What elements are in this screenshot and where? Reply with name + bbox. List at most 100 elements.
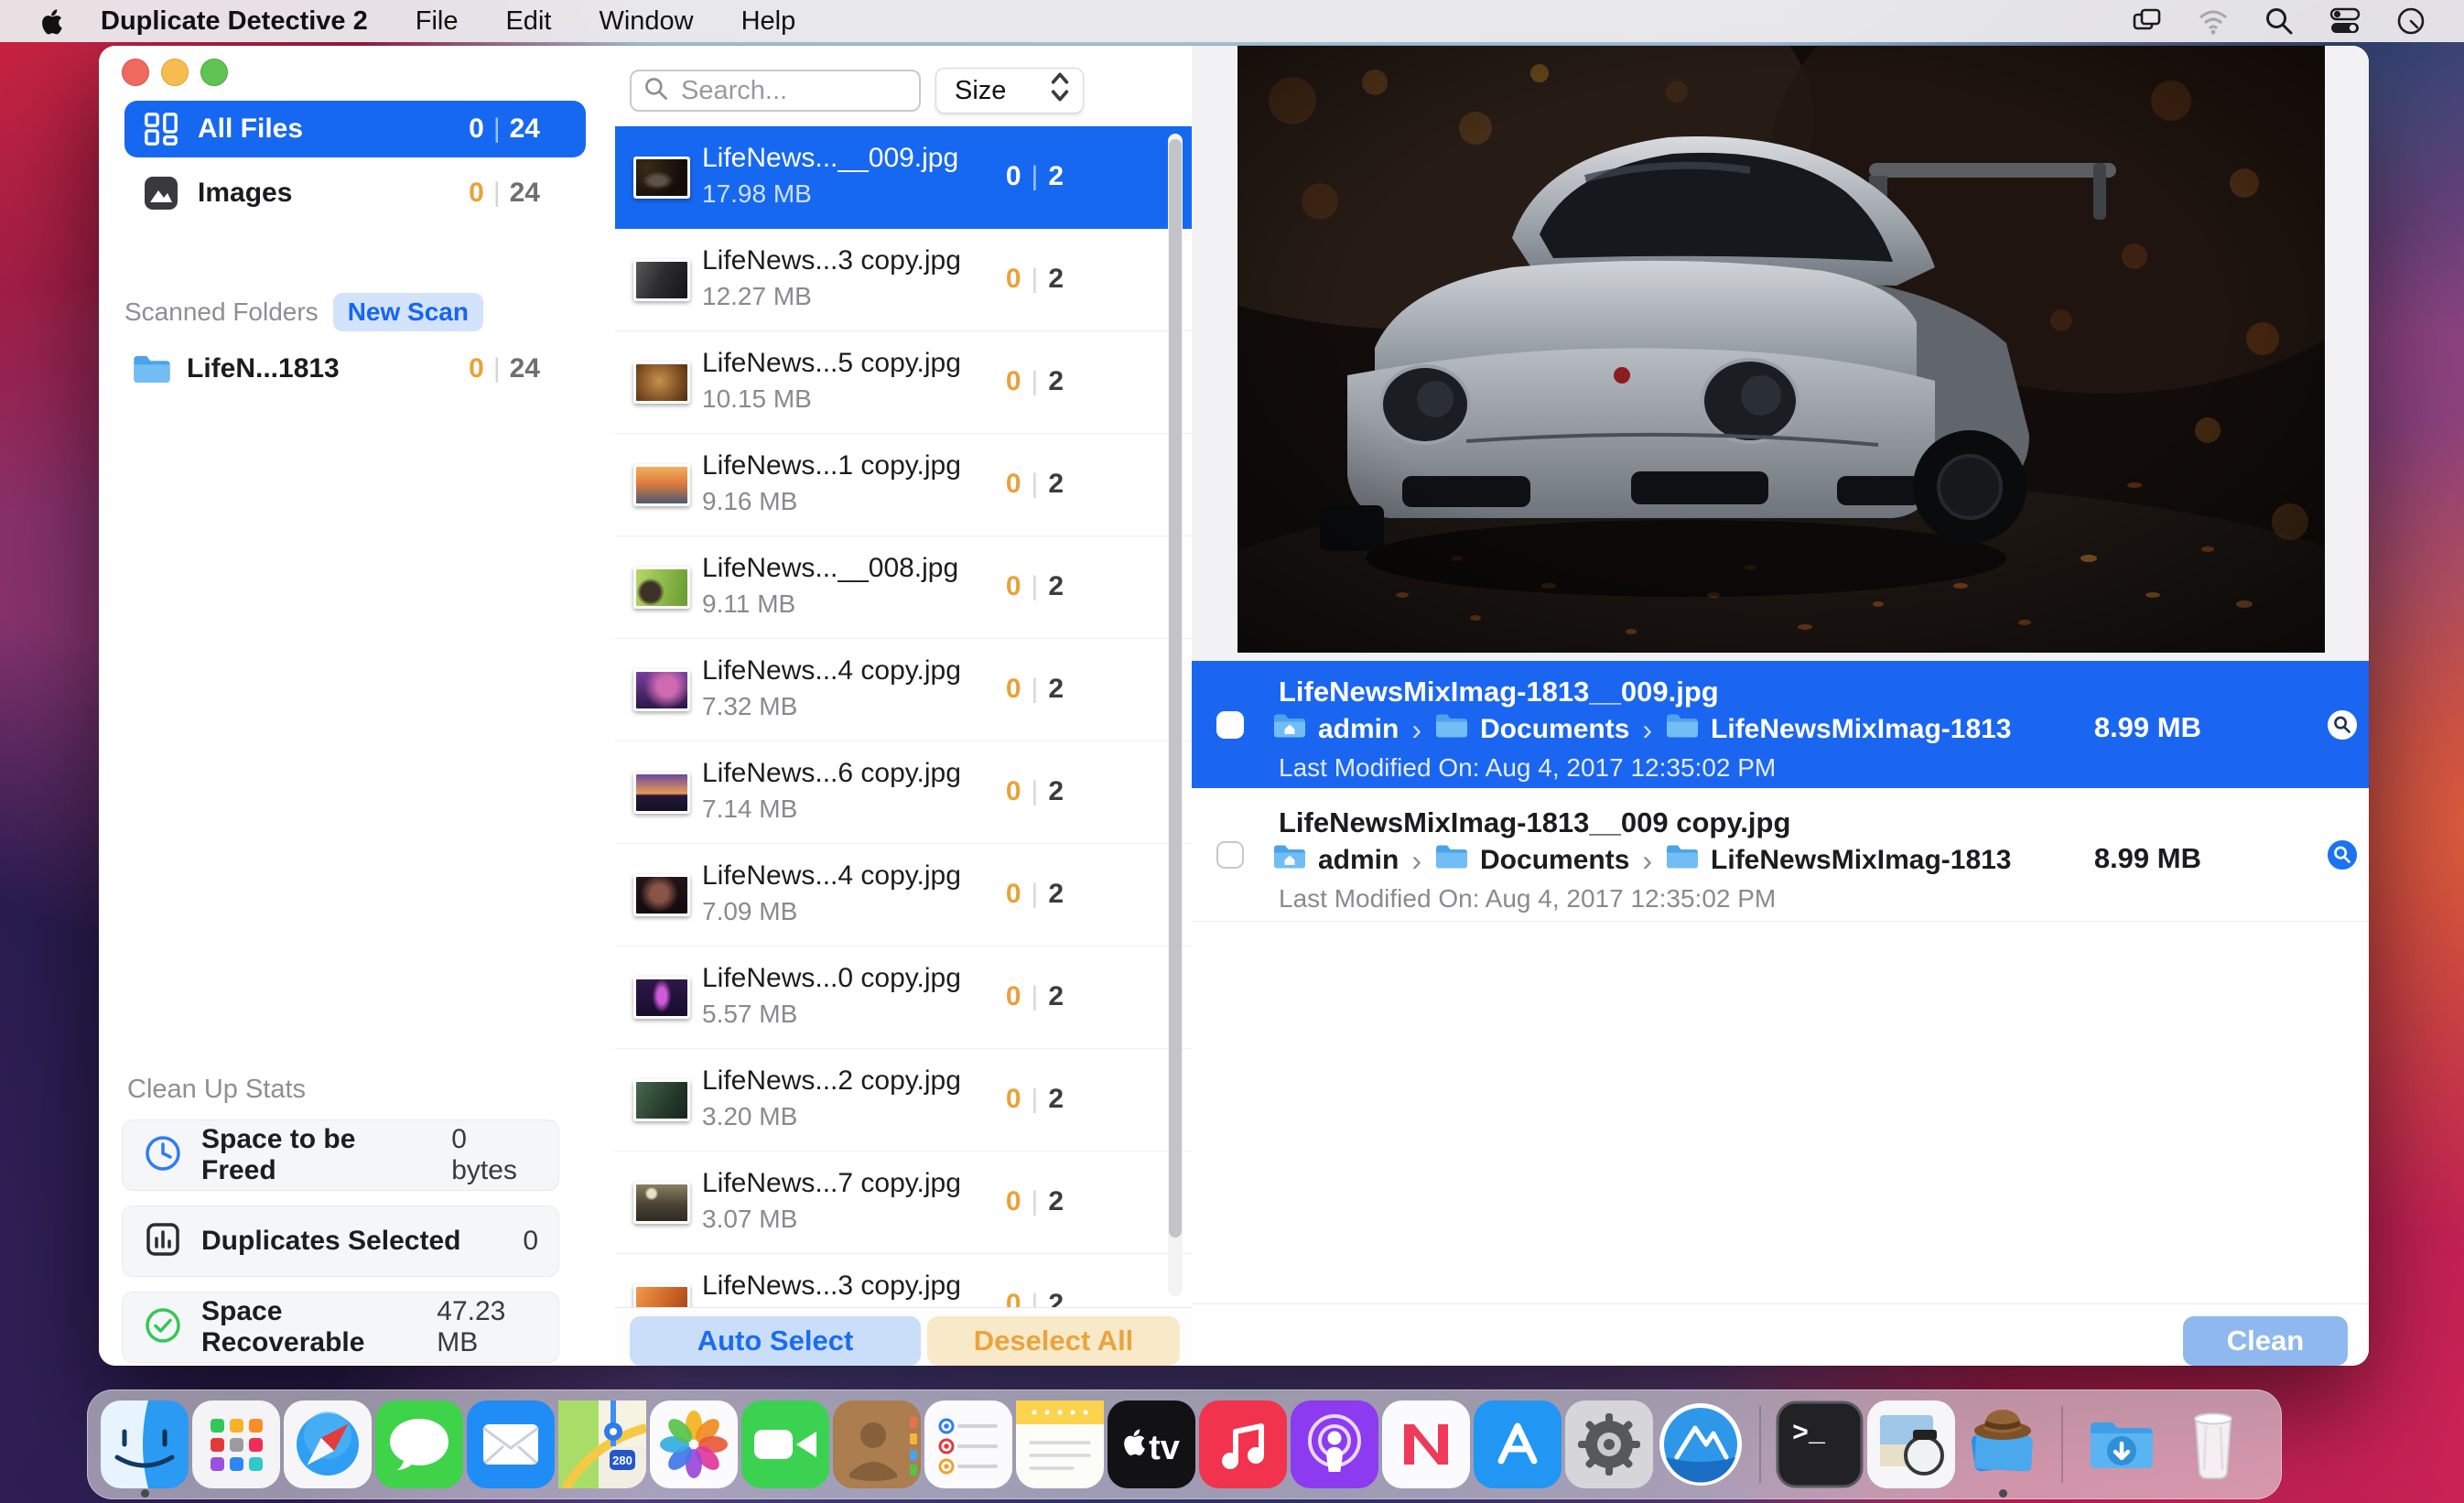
file-row[interactable]: LifeNews...4 copy.jpg7.32 MB0|2 xyxy=(615,639,1192,741)
search-field[interactable] xyxy=(630,70,921,112)
window-controls xyxy=(122,59,228,86)
file-thumbnail xyxy=(633,157,690,199)
search-icon xyxy=(643,75,670,107)
dock-contacts-icon[interactable] xyxy=(833,1400,921,1488)
dock-downloads-icon[interactable] xyxy=(2078,1400,2166,1488)
file-counts: 0|2 xyxy=(1006,161,1064,192)
item-counts: 0|24 xyxy=(469,353,540,384)
file-row[interactable]: LifeNews...__008.jpg9.11 MB0|2 xyxy=(615,536,1192,639)
duplicate-file-name: LifeNewsMixImag-1813__009 copy.jpg xyxy=(1279,806,1790,839)
dock-facetime-icon[interactable] xyxy=(741,1400,829,1488)
duplicate-file-row[interactable]: LifeNewsMixImag-1813__009 copy.jpgadmin›… xyxy=(1192,788,2369,922)
dock-news-icon[interactable] xyxy=(1382,1400,1470,1488)
file-row[interactable]: LifeNews...3 copy.jpg0|2 xyxy=(615,1254,1192,1307)
file-thumbnail xyxy=(633,977,690,1019)
menu-app-name[interactable]: Duplicate Detective 2 xyxy=(101,6,368,37)
sort-dropdown[interactable]: Size xyxy=(935,68,1084,114)
duplicate-groups-panel: LifeNews...__009.jpg17.98 MB0|2LifeNews.… xyxy=(615,46,1193,1366)
dock-safari-icon[interactable] xyxy=(284,1400,372,1488)
search-icon[interactable] xyxy=(2263,5,2296,38)
sidebar-folder-item[interactable]: LifeN...18130|24 xyxy=(124,342,586,395)
file-row[interactable]: LifeNews...5 copy.jpg10.15 MB0|2 xyxy=(615,331,1192,434)
menu-edit[interactable]: Edit xyxy=(505,6,551,37)
file-name: LifeNews...0 copy.jpg xyxy=(702,963,961,994)
file-counts: 0|2 xyxy=(1006,674,1064,705)
file-size: 7.14 MB xyxy=(702,795,797,824)
file-size: 7.32 MB xyxy=(702,692,797,721)
dock-photos-icon[interactable] xyxy=(650,1400,738,1488)
menu-help[interactable]: Help xyxy=(741,6,796,37)
reveal-in-finder-icon[interactable] xyxy=(2327,839,2358,870)
menu-window[interactable]: Window xyxy=(599,6,693,37)
item-counts: 0|24 xyxy=(469,114,540,145)
sidebar-item-all-files[interactable]: All Files0|24 xyxy=(124,101,586,157)
duplicate-file-size: 8.99 MB xyxy=(2094,711,2201,744)
file-row[interactable]: LifeNews...6 copy.jpg7.14 MB0|2 xyxy=(615,741,1192,844)
reveal-in-finder-icon[interactable] xyxy=(2327,709,2358,741)
sidebar-item-images[interactable]: Images0|24 xyxy=(124,165,586,222)
file-row[interactable]: LifeNews...__009.jpg17.98 MB0|2 xyxy=(615,126,1192,229)
new-scan-button[interactable]: New Scan xyxy=(333,293,483,331)
file-row[interactable]: LifeNews...1 copy.jpg9.16 MB0|2 xyxy=(615,434,1192,536)
file-thumbnail xyxy=(633,1079,690,1121)
file-name: LifeNews...7 copy.jpg xyxy=(702,1168,961,1199)
dock-preview-icon[interactable] xyxy=(1867,1400,1955,1488)
dock-duplicate-detective-icon[interactable] xyxy=(1959,1400,2047,1488)
dock-separator xyxy=(2061,1406,2063,1483)
breadcrumb: admin›Documents›LifeNewsMixImag-1813 xyxy=(1272,842,2012,879)
wifi-icon[interactable] xyxy=(2197,5,2230,38)
dock-maps-icon[interactable]: 280 xyxy=(558,1400,646,1488)
duplicate-file-row[interactable]: LifeNewsMixImag-1813__009.jpgadmin›Docum… xyxy=(1192,661,2369,788)
dock-trash-icon[interactable] xyxy=(2169,1400,2257,1488)
file-checkbox[interactable] xyxy=(1216,841,1244,869)
dock-notes-icon[interactable] xyxy=(1016,1400,1104,1488)
file-row[interactable]: LifeNews...4 copy.jpg7.09 MB0|2 xyxy=(615,844,1192,946)
dock-tv-icon[interactable]: tv xyxy=(1108,1400,1195,1488)
close-button[interactable] xyxy=(122,59,149,86)
dock-music-icon[interactable] xyxy=(1199,1400,1287,1488)
dock-system-preferences-icon[interactable] xyxy=(1565,1400,1653,1488)
breadcrumb-folder-icon xyxy=(1665,842,1700,879)
file-size: 10.15 MB xyxy=(702,384,812,414)
zoom-button[interactable] xyxy=(200,59,228,86)
control-center-icon[interactable] xyxy=(2329,5,2361,38)
file-counts: 0|2 xyxy=(1006,879,1064,910)
file-size: 17.98 MB xyxy=(702,179,812,209)
dock-terminal-icon[interactable]: >_ xyxy=(1776,1400,1864,1488)
chevron-right-icon: › xyxy=(1642,713,1652,747)
image-icon xyxy=(143,175,179,211)
dock-podcasts-icon[interactable] xyxy=(1291,1400,1378,1488)
scrollbar-thumb[interactable] xyxy=(1169,139,1182,1238)
deselect-all-button[interactable]: Deselect All xyxy=(927,1316,1180,1366)
breadcrumb-folder-icon xyxy=(1272,842,1307,879)
file-row[interactable]: LifeNews...2 copy.jpg3.20 MB0|2 xyxy=(615,1049,1192,1152)
clean-button[interactable]: Clean xyxy=(2183,1316,2348,1366)
dock-app-cleaner-icon[interactable] xyxy=(1657,1400,1745,1488)
auto-select-button[interactable]: Auto Select xyxy=(630,1316,921,1366)
windows-icon[interactable] xyxy=(2131,5,2164,38)
dock-mail-icon[interactable] xyxy=(467,1400,555,1488)
file-checkbox[interactable] xyxy=(1216,711,1244,739)
clock-icon[interactable] xyxy=(2394,5,2427,38)
file-row[interactable]: LifeNews...0 copy.jpg5.57 MB0|2 xyxy=(615,946,1192,1049)
stat-label: Duplicates Selected xyxy=(201,1226,460,1257)
dock-launchpad-icon[interactable] xyxy=(192,1400,280,1488)
chevron-right-icon: › xyxy=(1642,844,1652,878)
dock-messages-icon[interactable] xyxy=(375,1400,463,1488)
file-row[interactable]: LifeNews...7 copy.jpg3.07 MB0|2 xyxy=(615,1152,1192,1254)
dock: 280 tv >_ xyxy=(87,1389,2282,1499)
file-row[interactable]: LifeNews...3 copy.jpg12.27 MB0|2 xyxy=(615,229,1192,331)
minimize-button[interactable] xyxy=(161,59,189,86)
apple-menu-icon[interactable] xyxy=(40,5,66,37)
dock-reminders-icon[interactable] xyxy=(924,1400,1012,1488)
file-thumbnail xyxy=(633,362,690,404)
dock-app-store-icon[interactable] xyxy=(1474,1400,1562,1488)
file-thumbnail xyxy=(633,567,690,609)
dock-finder-icon[interactable] xyxy=(101,1400,189,1488)
menu-file[interactable]: File xyxy=(416,6,459,37)
stat-value: 47.23 MB xyxy=(437,1296,538,1358)
breadcrumb-segment: LifeNewsMixImag-1813 xyxy=(1711,714,2011,745)
file-name: LifeNews...4 copy.jpg xyxy=(702,860,961,892)
search-input[interactable] xyxy=(679,75,908,107)
file-name: LifeNews...6 copy.jpg xyxy=(702,758,961,789)
